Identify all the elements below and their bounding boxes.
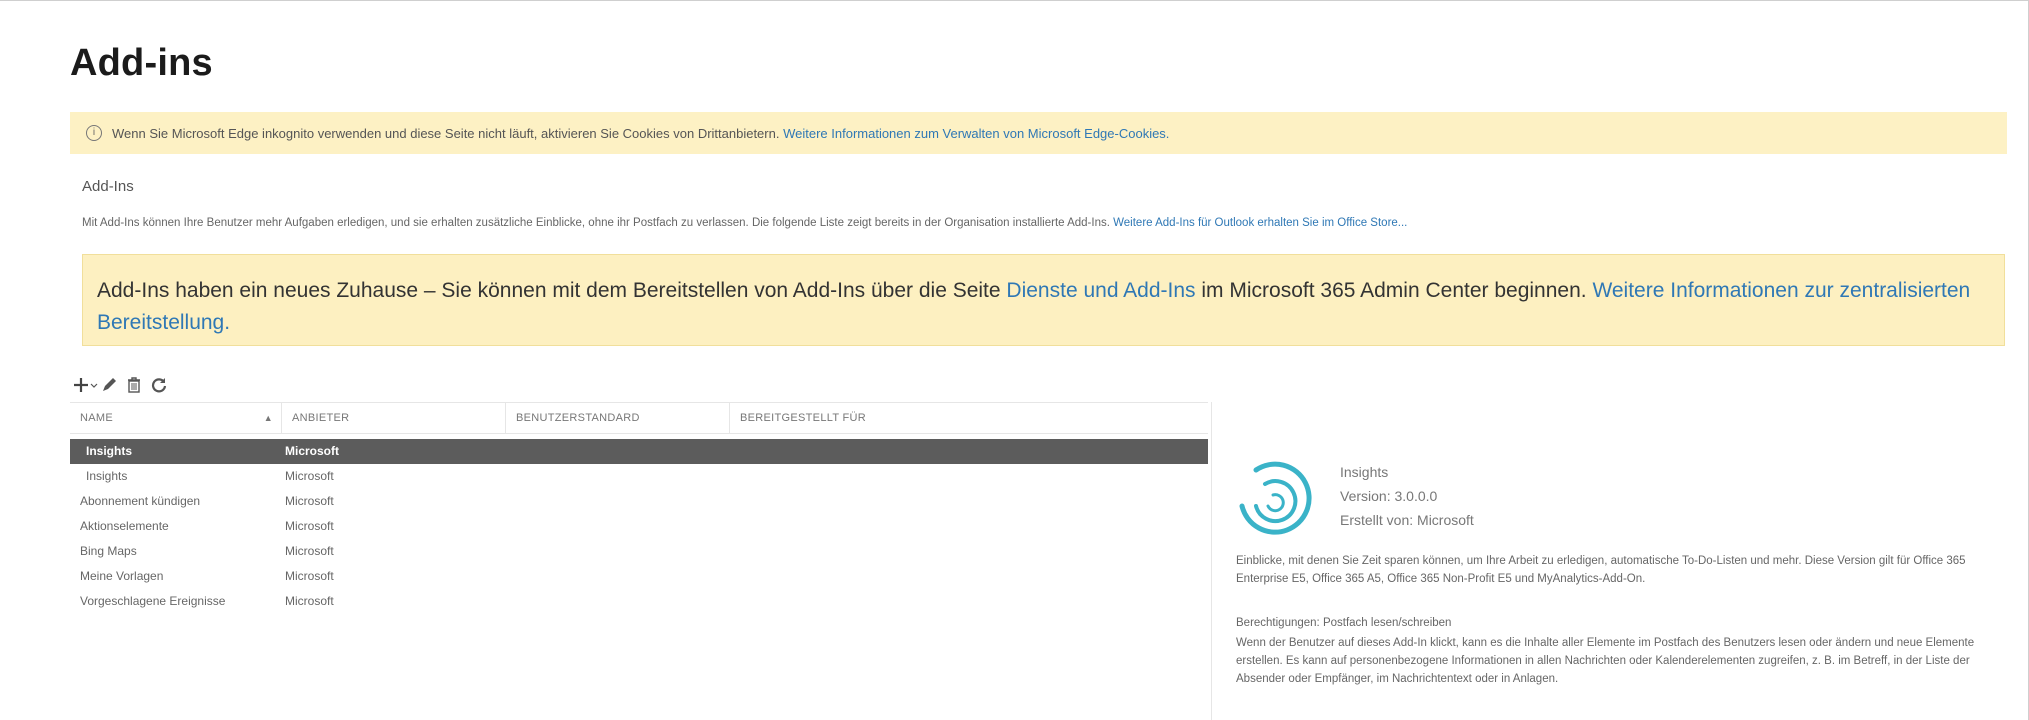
cell-name: Aktionselemente	[80, 519, 169, 533]
cell-provider: Microsoft	[285, 594, 334, 608]
column-header-provider[interactable]: ANBIETER	[281, 403, 505, 433]
detail-divider	[1211, 402, 1212, 720]
new-home-text-2: im Microsoft 365 Admin Center beginnen.	[1201, 279, 1587, 302]
new-home-text-1: Add-Ins haben ein neues Zuhause – Sie kö…	[97, 279, 1001, 302]
edit-button[interactable]	[100, 373, 118, 397]
cookie-info-banner: i Wenn Sie Microsoft Edge inkognito verw…	[70, 112, 2007, 154]
sort-ascending-icon: ▲	[263, 413, 273, 423]
cell-provider: Microsoft	[285, 544, 334, 558]
cell-name: Meine Vorlagen	[80, 569, 164, 583]
cell-provider: Microsoft	[285, 569, 334, 583]
services-addins-link[interactable]: Dienste und Add-Ins	[1006, 279, 1195, 302]
column-header-user-default[interactable]: BENUTZERSTANDARD	[505, 403, 729, 433]
edge-cookies-link[interactable]: Weitere Informationen zum Verwalten von …	[783, 126, 1169, 141]
cell-provider: Microsoft	[285, 469, 334, 483]
add-icon	[74, 378, 88, 392]
table-row-selected[interactable]: Insights Microsoft	[70, 439, 1208, 464]
refresh-button[interactable]	[150, 373, 168, 397]
cell-provider: Microsoft	[285, 519, 334, 533]
column-header-name[interactable]: NAME ▲	[70, 403, 281, 433]
detail-description: Einblicke, mit denen Sie Zeit sparen kön…	[1236, 555, 1966, 585]
table-row[interactable]: Abonnement kündigen Microsoft	[70, 489, 1208, 514]
section-label: Add-Ins	[82, 178, 134, 195]
cell-provider: Microsoft	[285, 444, 339, 458]
page-title: Add-ins	[70, 42, 213, 84]
insights-logo-icon	[1239, 461, 1312, 535]
detail-permissions-title: Berechtigungen: Postfach lesen/schreiben	[1236, 617, 1452, 629]
cell-provider: Microsoft	[285, 494, 334, 508]
detail-version: Version: 3.0.0.0	[1340, 488, 1438, 504]
edit-pencil-icon	[103, 378, 116, 391]
cell-name: Vorgeschlagene Ereignisse	[80, 594, 226, 608]
column-header-deployed-for[interactable]: BEREITGESTELLT FÜR	[729, 403, 953, 433]
table-row[interactable]: Insights Microsoft	[70, 464, 1208, 489]
cell-name: Abonnement kündigen	[80, 494, 201, 508]
table-header: NAME ▲ ANBIETER BENUTZERSTANDARD BEREITG…	[70, 402, 1208, 434]
table-row[interactable]: Aktionselemente Microsoft	[70, 514, 1208, 539]
detail-name: Insights	[1340, 464, 1389, 480]
cell-name: Insights	[86, 469, 128, 483]
detail-permissions-text: Wenn der Benutzer auf dieses Add-In klic…	[1236, 637, 1975, 685]
dropdown-chevron-icon	[90, 383, 98, 388]
info-icon: i	[86, 125, 102, 141]
detail-created-by: Erstellt von: Microsoft	[1340, 512, 1474, 528]
add-button[interactable]	[72, 373, 98, 397]
table-row[interactable]: Meine Vorlagen Microsoft	[70, 564, 1208, 589]
cell-name: Insights	[86, 444, 133, 458]
new-home-banner: Add-Ins haben ein neues Zuhause – Sie kö…	[82, 254, 2005, 346]
cookie-info-text: Wenn Sie Microsoft Edge inkognito verwen…	[112, 125, 1170, 141]
refresh-icon	[151, 378, 167, 393]
table-row[interactable]: Bing Maps Microsoft	[70, 539, 1208, 564]
delete-button[interactable]	[126, 373, 142, 397]
cell-name: Bing Maps	[80, 544, 137, 558]
table-row[interactable]: Vorgeschlagene Ereignisse Microsoft	[70, 589, 1208, 614]
office-store-link[interactable]: Weitere Add-Ins für Outlook erhalten Sie…	[1113, 217, 1407, 229]
addins-table: NAME ▲ ANBIETER BENUTZERSTANDARD BEREITG…	[70, 402, 1208, 614]
section-description: Mit Add-Ins können Ihre Benutzer mehr Au…	[82, 217, 1408, 229]
toolbar	[72, 372, 176, 398]
delete-trash-icon	[128, 377, 140, 393]
